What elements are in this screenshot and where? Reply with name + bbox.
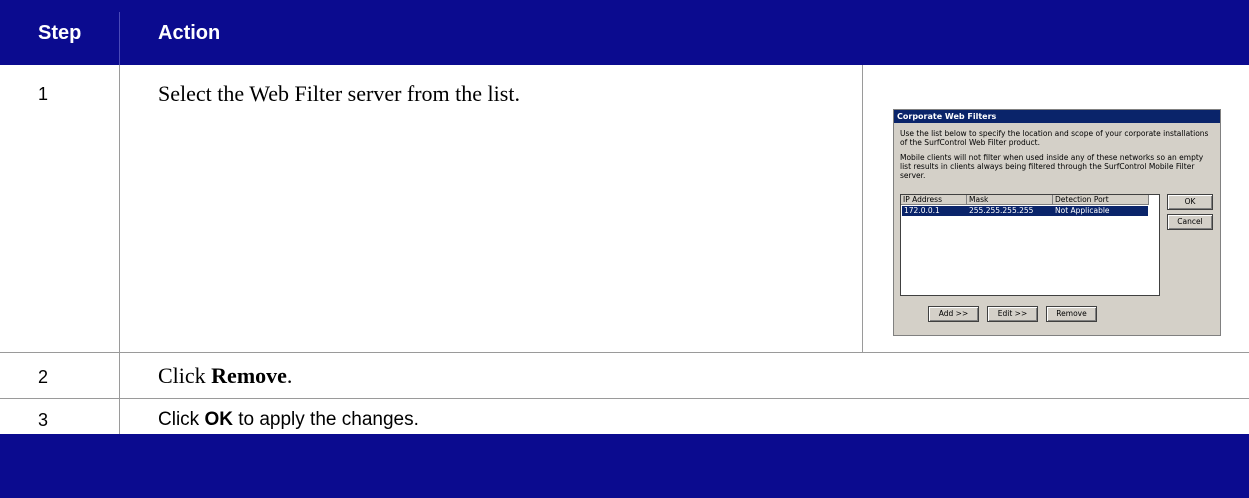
list-item-selected: 172.0.0.1 255.255.255.255 Not Applicable bbox=[902, 206, 1148, 216]
step-instruction: Select the Web Filter server from the li… bbox=[158, 81, 520, 106]
remove-button: Remove bbox=[1046, 306, 1097, 322]
step-instruction: Click OK to apply the changes. bbox=[158, 409, 419, 431]
dialog-note: Mobile clients will not filter when used… bbox=[900, 153, 1204, 180]
row-divider bbox=[0, 398, 1249, 399]
step-instruction: Click Remove. bbox=[158, 363, 292, 389]
detection-port-value: Not Applicable bbox=[1055, 206, 1110, 215]
instruction-emphasis: OK bbox=[204, 409, 233, 430]
ip-address-value: 172.0.0.1 bbox=[904, 206, 940, 215]
image-cell-left-border bbox=[862, 65, 863, 352]
add-button: Add >> bbox=[928, 306, 979, 322]
dialog-title: Corporate Web Filters bbox=[894, 110, 1220, 123]
column-header-mask: Mask bbox=[967, 195, 1053, 205]
instruction-emphasis: Remove bbox=[211, 363, 287, 388]
cancel-button: Cancel bbox=[1167, 214, 1213, 230]
header-action-label: Action bbox=[158, 22, 221, 44]
header-divider bbox=[119, 12, 120, 65]
corporate-web-filters-dialog-image: Corporate Web Filters Use the list below… bbox=[893, 109, 1221, 336]
header-step-label: Step bbox=[38, 22, 82, 44]
step-number: 1 bbox=[38, 84, 49, 104]
web-filter-list: IP Address Mask Detection Port 172.0.0.1… bbox=[900, 194, 1160, 296]
instruction-text: to apply the changes. bbox=[232, 409, 419, 430]
table-footer bbox=[0, 434, 1249, 498]
instruction-text: Click bbox=[158, 363, 212, 388]
column-divider bbox=[119, 65, 120, 434]
column-header-port: Detection Port bbox=[1053, 195, 1149, 205]
ok-button: OK bbox=[1167, 194, 1213, 210]
step-number: 3 bbox=[38, 410, 49, 430]
dialog-description: Use the list below to specify the locati… bbox=[900, 129, 1209, 147]
step-number: 2 bbox=[38, 367, 49, 387]
edit-button: Edit >> bbox=[987, 306, 1038, 322]
row-divider bbox=[0, 352, 1249, 353]
instruction-text: . bbox=[286, 363, 293, 388]
instruction-text: Click bbox=[158, 409, 205, 430]
mask-value: 255.255.255.255 bbox=[969, 206, 1034, 215]
column-header-ip: IP Address bbox=[901, 195, 967, 205]
